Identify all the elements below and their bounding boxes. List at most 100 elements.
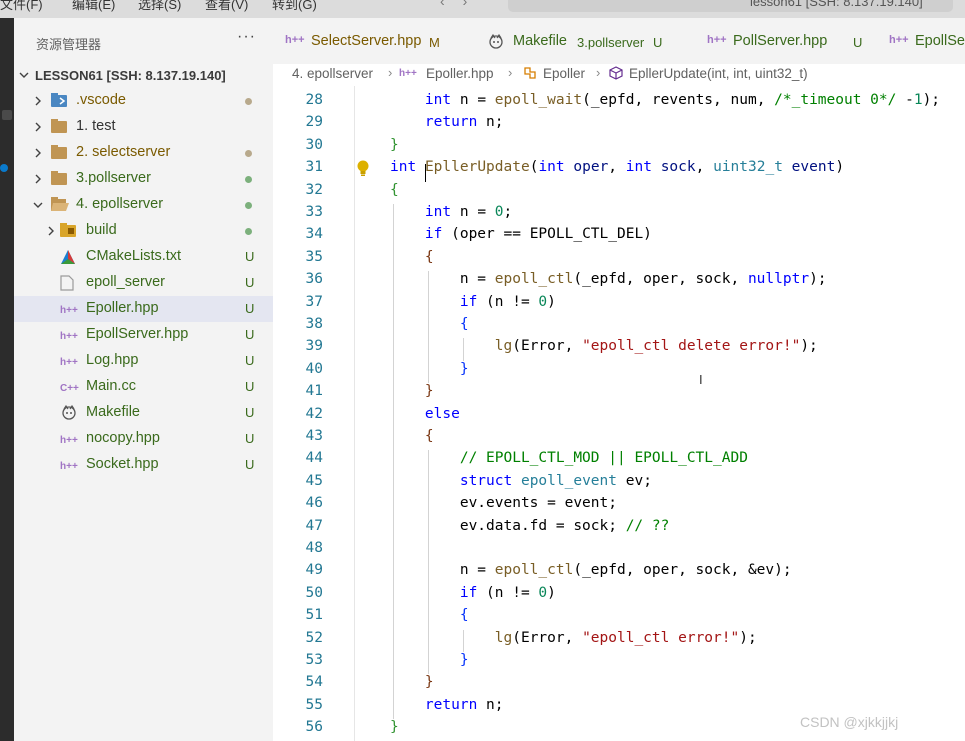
- chevron-right-icon[interactable]: [33, 122, 43, 132]
- code-line[interactable]: }: [390, 674, 434, 690]
- code-line[interactable]: }: [390, 719, 399, 735]
- tree-item[interactable]: h++ Epoller.hpp U: [14, 296, 273, 322]
- tree-item[interactable]: 3.pollserver: [14, 166, 273, 192]
- tree-item-label: 2. selectserver: [76, 144, 171, 160]
- code-line[interactable]: {: [390, 249, 434, 265]
- breadcrumb-folder[interactable]: 4. epollserver: [292, 66, 373, 81]
- class-icon: [523, 66, 537, 83]
- tree-item[interactable]: epoll_server U: [14, 270, 273, 296]
- tree-item[interactable]: .vscode: [14, 88, 273, 114]
- tree-item[interactable]: Makefile U: [14, 400, 273, 426]
- code-line[interactable]: ev.events = event;: [390, 495, 617, 511]
- workspace-root[interactable]: LESSON61 [SSH: 8.137.19.140]: [14, 62, 273, 88]
- breadcrumb-file[interactable]: Epoller.hpp: [426, 66, 494, 81]
- code-line[interactable]: {: [390, 316, 469, 332]
- chevron-right-icon[interactable]: [33, 174, 43, 184]
- code-line[interactable]: int EpllerUpdate(int oper, int sock, uin…: [390, 159, 844, 175]
- code-line[interactable]: }: [390, 361, 469, 377]
- tree-item-label: 1. test: [76, 118, 116, 134]
- code-line[interactable]: {: [390, 607, 469, 623]
- code-line[interactable]: struct epoll_event ev;: [390, 473, 652, 489]
- indent-guide: [428, 450, 429, 675]
- code-line[interactable]: int n = 0;: [390, 204, 512, 220]
- code-line[interactable]: if (n != 0): [390, 294, 556, 310]
- code-line[interactable]: ev.data.fd = sock; // ??: [390, 518, 670, 534]
- tree-item[interactable]: h++ EpollServer.hpp U: [14, 322, 273, 348]
- tab-state: U: [653, 35, 663, 50]
- tab-label: Makefile: [513, 33, 567, 49]
- menu-go[interactable]: 转到(G): [272, 0, 317, 13]
- tree-item[interactable]: 4. epollserver: [14, 192, 273, 218]
- tab-pollserver[interactable]: h++ PollServer.hpp U: [691, 18, 873, 64]
- hpp-icon: h++: [399, 68, 417, 79]
- gutter-divider: [354, 86, 355, 741]
- remote-activity-icon[interactable]: [0, 164, 8, 172]
- code-line[interactable]: else: [390, 406, 460, 422]
- modified-dot-icon: [245, 176, 252, 183]
- tree-item[interactable]: 2. selectserver: [14, 140, 273, 166]
- tree-item[interactable]: C++ Main.cc U: [14, 374, 273, 400]
- code-line[interactable]: return n;: [390, 697, 504, 713]
- line-number: 37: [305, 293, 323, 310]
- line-number: 52: [305, 629, 323, 646]
- tree-item[interactable]: h++ Socket.hpp U: [14, 452, 273, 478]
- tab-makefile[interactable]: Makefile 3.pollserver U: [469, 18, 691, 64]
- line-number: 55: [305, 696, 323, 713]
- ibeam-cursor-icon: I: [699, 372, 703, 387]
- code-line[interactable]: int n = epoll_wait(_epfd, revents, num, …: [390, 92, 940, 108]
- code-line[interactable]: }: [390, 383, 434, 399]
- code-line[interactable]: }: [390, 652, 469, 668]
- tree-item-label: Makefile: [86, 404, 140, 420]
- code-line[interactable]: {: [390, 182, 399, 198]
- chevron-right-icon[interactable]: [33, 148, 43, 158]
- cpp-icon: C++: [60, 383, 79, 394]
- code-line[interactable]: if (oper == EPOLL_CTL_DEL): [390, 226, 652, 242]
- explorer-activity-icon[interactable]: [2, 110, 12, 120]
- chevron-down-icon[interactable]: [33, 200, 43, 210]
- tree-item[interactable]: CMakeLists.txt U: [14, 244, 273, 270]
- hpp-icon: h++: [285, 34, 305, 46]
- chevron-right-icon: ›: [596, 65, 601, 80]
- code-line[interactable]: n = epoll_ctl(_epfd, oper, sock, nullptr…: [390, 271, 827, 287]
- lightbulb-icon[interactable]: [356, 159, 370, 182]
- chevron-right-icon[interactable]: [33, 96, 43, 106]
- tab-label: EpollSe: [915, 33, 965, 49]
- code-line[interactable]: {: [390, 428, 434, 444]
- line-number: 56: [305, 719, 323, 736]
- hpp-icon: h++: [60, 357, 78, 368]
- code-line[interactable]: }: [390, 137, 399, 153]
- code-line[interactable]: if (n != 0): [390, 585, 556, 601]
- tree-item[interactable]: build: [14, 218, 273, 244]
- breadcrumb-class[interactable]: Epoller: [543, 66, 585, 81]
- line-number: 50: [305, 584, 323, 601]
- more-actions-icon[interactable]: ···: [237, 28, 256, 46]
- code-line[interactable]: lg(Error, "epoll_ctl delete error!");: [390, 338, 818, 354]
- tree-item-label: Main.cc: [86, 378, 136, 394]
- breadcrumb-method[interactable]: EpllerUpdate(int, int, uint32_t): [629, 66, 808, 81]
- menu-view[interactable]: 查看(V): [205, 0, 248, 13]
- git-status-badge: U: [245, 249, 255, 264]
- nav-arrows-icon[interactable]: ‹›: [440, 0, 485, 9]
- git-status-badge: U: [245, 457, 255, 472]
- code-line[interactable]: n = epoll_ctl(_epfd, oper, sock, &ev);: [390, 562, 792, 578]
- tree-item[interactable]: h++ Log.hpp U: [14, 348, 273, 374]
- tab-selectserver[interactable]: h++ SelectServer.hpp M: [273, 18, 469, 64]
- indent-guide: [463, 338, 464, 361]
- code-line[interactable]: // EPOLL_CTL_MOD || EPOLL_CTL_ADD: [390, 450, 748, 466]
- tree-item[interactable]: h++ nocopy.hpp U: [14, 426, 273, 452]
- line-number: 44: [305, 450, 323, 467]
- tree-item-label: Log.hpp: [86, 352, 139, 368]
- tab-state: U: [853, 35, 863, 50]
- code-line[interactable]: return n;: [390, 114, 504, 130]
- code-editor[interactable]: 28 int n = epoll_wait(_epfd, revents, nu…: [273, 86, 965, 741]
- git-status-badge: U: [245, 405, 255, 420]
- code-line[interactable]: lg(Error, "epoll_ctl error!");: [390, 630, 757, 646]
- menu-edit[interactable]: 编辑(E): [72, 0, 115, 13]
- hpp-icon: h++: [60, 461, 78, 472]
- tab-epollserver[interactable]: h++ EpollSe: [873, 18, 965, 64]
- chevron-down-icon: [19, 70, 29, 80]
- chevron-right-icon[interactable]: [46, 226, 56, 236]
- menu-selection[interactable]: 选择(S): [138, 0, 181, 13]
- menu-file[interactable]: 文件(F): [0, 0, 43, 13]
- tree-item[interactable]: 1. test: [14, 114, 273, 140]
